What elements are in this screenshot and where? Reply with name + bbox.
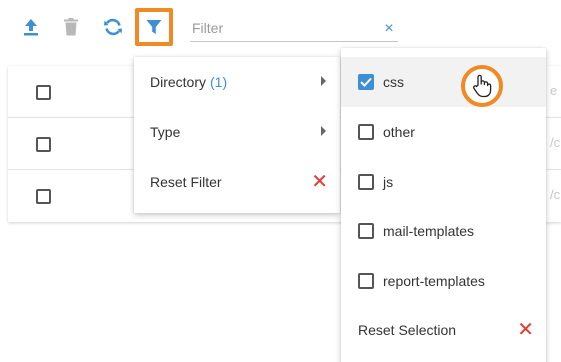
option-label: mail-templates [383,223,475,239]
sync-icon [104,18,122,36]
row-checkbox[interactable] [36,85,51,100]
filter-menu: Directory (1) Type Reset Filter ✕ [134,57,340,213]
upload-icon [24,19,38,36]
directory-submenu: css other js mail-templates report-templ… [341,48,546,362]
filter-menu-item-type[interactable]: Type [134,107,340,157]
row-checkbox[interactable] [36,137,51,152]
chevron-right-icon [321,126,326,136]
cursor-highlight [461,65,503,107]
refresh-button[interactable] [100,15,126,39]
option-checkbox[interactable] [358,273,374,289]
menu-item-label: Type [150,124,181,140]
reset-selection-item[interactable]: Reset Selection ✕ [341,305,546,355]
check-icon [360,77,372,87]
menu-item-label: Reset Selection [358,322,457,338]
option-label: css [383,74,404,90]
directory-option-mail-templates[interactable]: mail-templates [341,206,546,256]
row-cell-text: /c [550,187,561,202]
chevron-right-icon [321,76,326,86]
trash-icon [64,18,78,36]
option-checkbox[interactable] [358,124,374,140]
row-cell-text: /c [550,135,561,150]
filter-input[interactable] [190,14,398,42]
directory-option-other[interactable]: other [341,107,546,157]
option-checkbox[interactable] [358,74,374,90]
option-checkbox[interactable] [358,223,374,239]
filter-menu-item-reset-filter[interactable]: Reset Filter ✕ [134,157,340,207]
menu-item-label: Reset Filter [150,174,222,190]
selection-count: (1) [210,74,228,90]
close-icon[interactable]: ✕ [517,318,534,342]
delete-button[interactable] [60,16,82,38]
directory-option-css[interactable]: css [341,57,546,107]
row-cell-text: e [550,83,558,98]
upload-button[interactable] [20,16,42,38]
option-checkbox[interactable] [358,174,374,190]
row-checkbox[interactable] [36,189,51,204]
hand-pointer-icon [473,74,492,98]
option-label: js [383,174,394,190]
directory-option-report-templates[interactable]: report-templates [341,256,546,306]
directory-option-js[interactable]: js [341,157,546,207]
option-label: other [383,124,415,140]
file-manager-window: × e /c /c Directory (1) Type Reset Filte… [0,0,561,362]
close-icon[interactable]: ✕ [311,170,328,194]
menu-item-label: Directory [150,74,207,90]
filter-menu-item-directory[interactable]: Directory (1) [134,57,340,107]
filter-clear-button[interactable]: × [382,19,396,39]
filter-icon [146,20,162,34]
option-label: report-templates [383,273,485,289]
filter-button[interactable] [135,8,173,46]
